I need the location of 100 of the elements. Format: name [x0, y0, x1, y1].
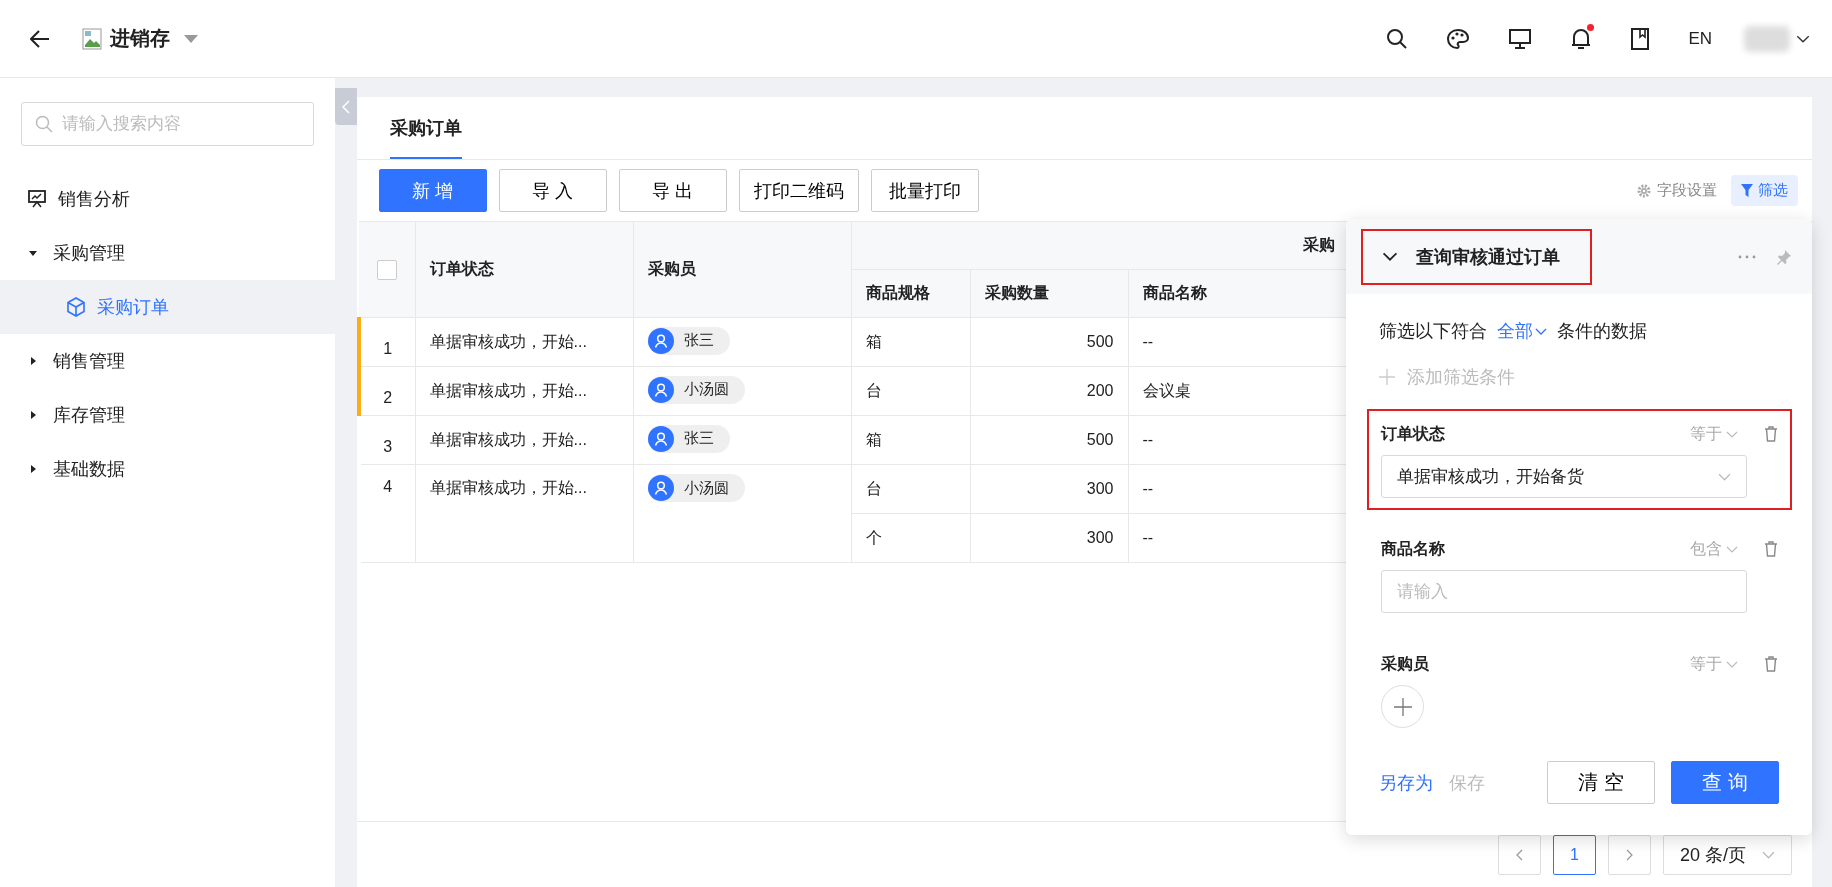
toolbar-button[interactable]: 打印二维码: [739, 169, 859, 212]
cube-icon: [67, 297, 85, 317]
language-button[interactable]: EN: [1688, 28, 1712, 49]
chevron-left-icon: [342, 99, 350, 114]
chevron-right-icon: [1625, 849, 1633, 861]
table-cell: 300: [1086, 480, 1114, 497]
chevron-down-icon: [1726, 430, 1738, 438]
user-avatar-icon: [647, 376, 674, 403]
select-field[interactable]: 单据审核成功，开始备货: [1381, 455, 1747, 498]
menu-item[interactable]: 采购订单: [0, 280, 335, 334]
column-header: 商品名称: [1142, 284, 1207, 301]
condition-label: 采购员: [1381, 653, 1430, 674]
condition-label: 商品名称: [1381, 538, 1446, 559]
chevron-down-icon: [1726, 545, 1738, 553]
bell-icon[interactable]: [1570, 26, 1593, 51]
menu-item[interactable]: 销售管理: [0, 334, 335, 388]
toolbar-button[interactable]: 批量打印: [871, 169, 979, 212]
caret-right-icon[interactable]: [28, 410, 38, 420]
text-field[interactable]: 请输入: [1381, 570, 1747, 613]
column-header: 商品规格: [865, 284, 930, 301]
plus-icon: [1392, 696, 1413, 717]
row-number: 2: [383, 388, 393, 406]
chevron-down-icon: [1762, 851, 1775, 859]
user-chip[interactable]: 小汤圆: [647, 375, 745, 404]
column-group-header: 采购: [1302, 236, 1335, 253]
menu-item[interactable]: 库存管理: [0, 388, 335, 442]
user-chip[interactable]: 张三: [647, 424, 730, 453]
plus-icon: [1379, 369, 1395, 385]
table-cell: 500: [1086, 431, 1114, 448]
toolbar-button[interactable]: 导 入: [499, 169, 607, 212]
table-cell: 单据审核成功，开始...: [429, 479, 587, 496]
table-cell: 会议桌: [1142, 381, 1191, 399]
table-cell: 个: [865, 528, 882, 546]
table-cell: --: [1142, 333, 1154, 350]
toolbar-button[interactable]: 新 增: [379, 169, 487, 212]
palette-icon[interactable]: [1446, 27, 1471, 50]
select-all-checkbox[interactable]: [376, 259, 397, 280]
chevron-down-icon[interactable]: [1796, 34, 1810, 43]
row-number: 1: [383, 339, 393, 357]
table-cell: 200: [1086, 382, 1114, 399]
caret-right-icon[interactable]: [28, 356, 38, 366]
more-icon[interactable]: [1738, 254, 1756, 259]
page-size-select[interactable]: 20 条/页: [1662, 835, 1792, 875]
user-chip[interactable]: 小汤圆: [647, 474, 745, 502]
query-button[interactable]: 查 询: [1671, 761, 1779, 804]
user-chip[interactable]: 张三: [647, 326, 730, 355]
match-text: 条件的数据: [1557, 320, 1647, 343]
column-header: 采购数量: [984, 284, 1049, 301]
row-number: 3: [383, 437, 393, 455]
search-icon: [35, 115, 53, 133]
back-arrow-icon[interactable]: [30, 29, 50, 48]
table-cell: 台: [865, 381, 882, 399]
gear-icon: [1637, 183, 1651, 198]
table-cell: 单据审核成功，开始...: [429, 381, 587, 399]
chevron-down-icon: [1718, 472, 1731, 481]
toolbar-button[interactable]: 导 出: [619, 169, 727, 212]
trash-icon[interactable]: [1764, 656, 1778, 672]
field-settings-link[interactable]: 字段设置: [1657, 181, 1717, 200]
column-header: 采购员: [647, 260, 696, 277]
user-avatar-icon: [647, 327, 674, 354]
filter-title: 查询审核通过订单: [1416, 245, 1560, 269]
table-cell: --: [1142, 480, 1154, 497]
menu-item[interactable]: 销售分析: [0, 172, 335, 226]
match-text: 筛选以下符合: [1379, 320, 1487, 343]
save-as-link[interactable]: 另存为: [1379, 770, 1433, 795]
match-mode-select[interactable]: 全部: [1497, 319, 1547, 343]
tab[interactable]: 采购订单: [390, 116, 462, 159]
search-icon[interactable]: [1386, 27, 1409, 50]
app-title: 进销存: [110, 26, 170, 51]
table-cell: --: [1142, 529, 1154, 546]
table-cell: 台: [865, 479, 882, 497]
caret-right-icon[interactable]: [28, 464, 38, 474]
column-header: 订单状态: [429, 260, 494, 277]
table-cell: 单据审核成功，开始...: [429, 332, 587, 350]
presentation-chart-icon: [28, 190, 46, 208]
table-cell: 500: [1086, 333, 1114, 350]
menu-item[interactable]: 基础数据: [0, 442, 335, 496]
funnel-icon: [1741, 184, 1753, 197]
user-avatar-icon: [647, 475, 674, 501]
table-cell: --: [1142, 431, 1154, 448]
page-button[interactable]: 1: [1552, 835, 1596, 875]
chevron-down-icon: [1726, 660, 1738, 668]
row-number: 4: [383, 478, 393, 495]
chevron-down-icon: [1535, 327, 1547, 335]
table-cell: 箱: [865, 430, 882, 448]
clear-button[interactable]: 清 空: [1547, 761, 1655, 804]
monitor-icon[interactable]: [1508, 27, 1533, 50]
user-avatar-icon: [647, 425, 674, 452]
table-cell: 单据审核成功，开始...: [429, 430, 587, 448]
table-cell: 箱: [865, 332, 882, 350]
search-field[interactable]: 请输入搜索内容: [21, 102, 314, 146]
broken-image-icon: [82, 27, 102, 50]
filter-button[interactable]: 筛选: [1731, 175, 1798, 206]
trash-icon[interactable]: [1764, 426, 1778, 442]
chevron-down-icon[interactable]: [1382, 252, 1398, 261]
chevron-left-icon: [1515, 849, 1523, 861]
trash-icon[interactable]: [1764, 541, 1778, 557]
caret-down-icon[interactable]: [28, 248, 38, 258]
book-icon[interactable]: [1630, 26, 1651, 51]
menu-item[interactable]: 采购管理: [0, 226, 335, 280]
